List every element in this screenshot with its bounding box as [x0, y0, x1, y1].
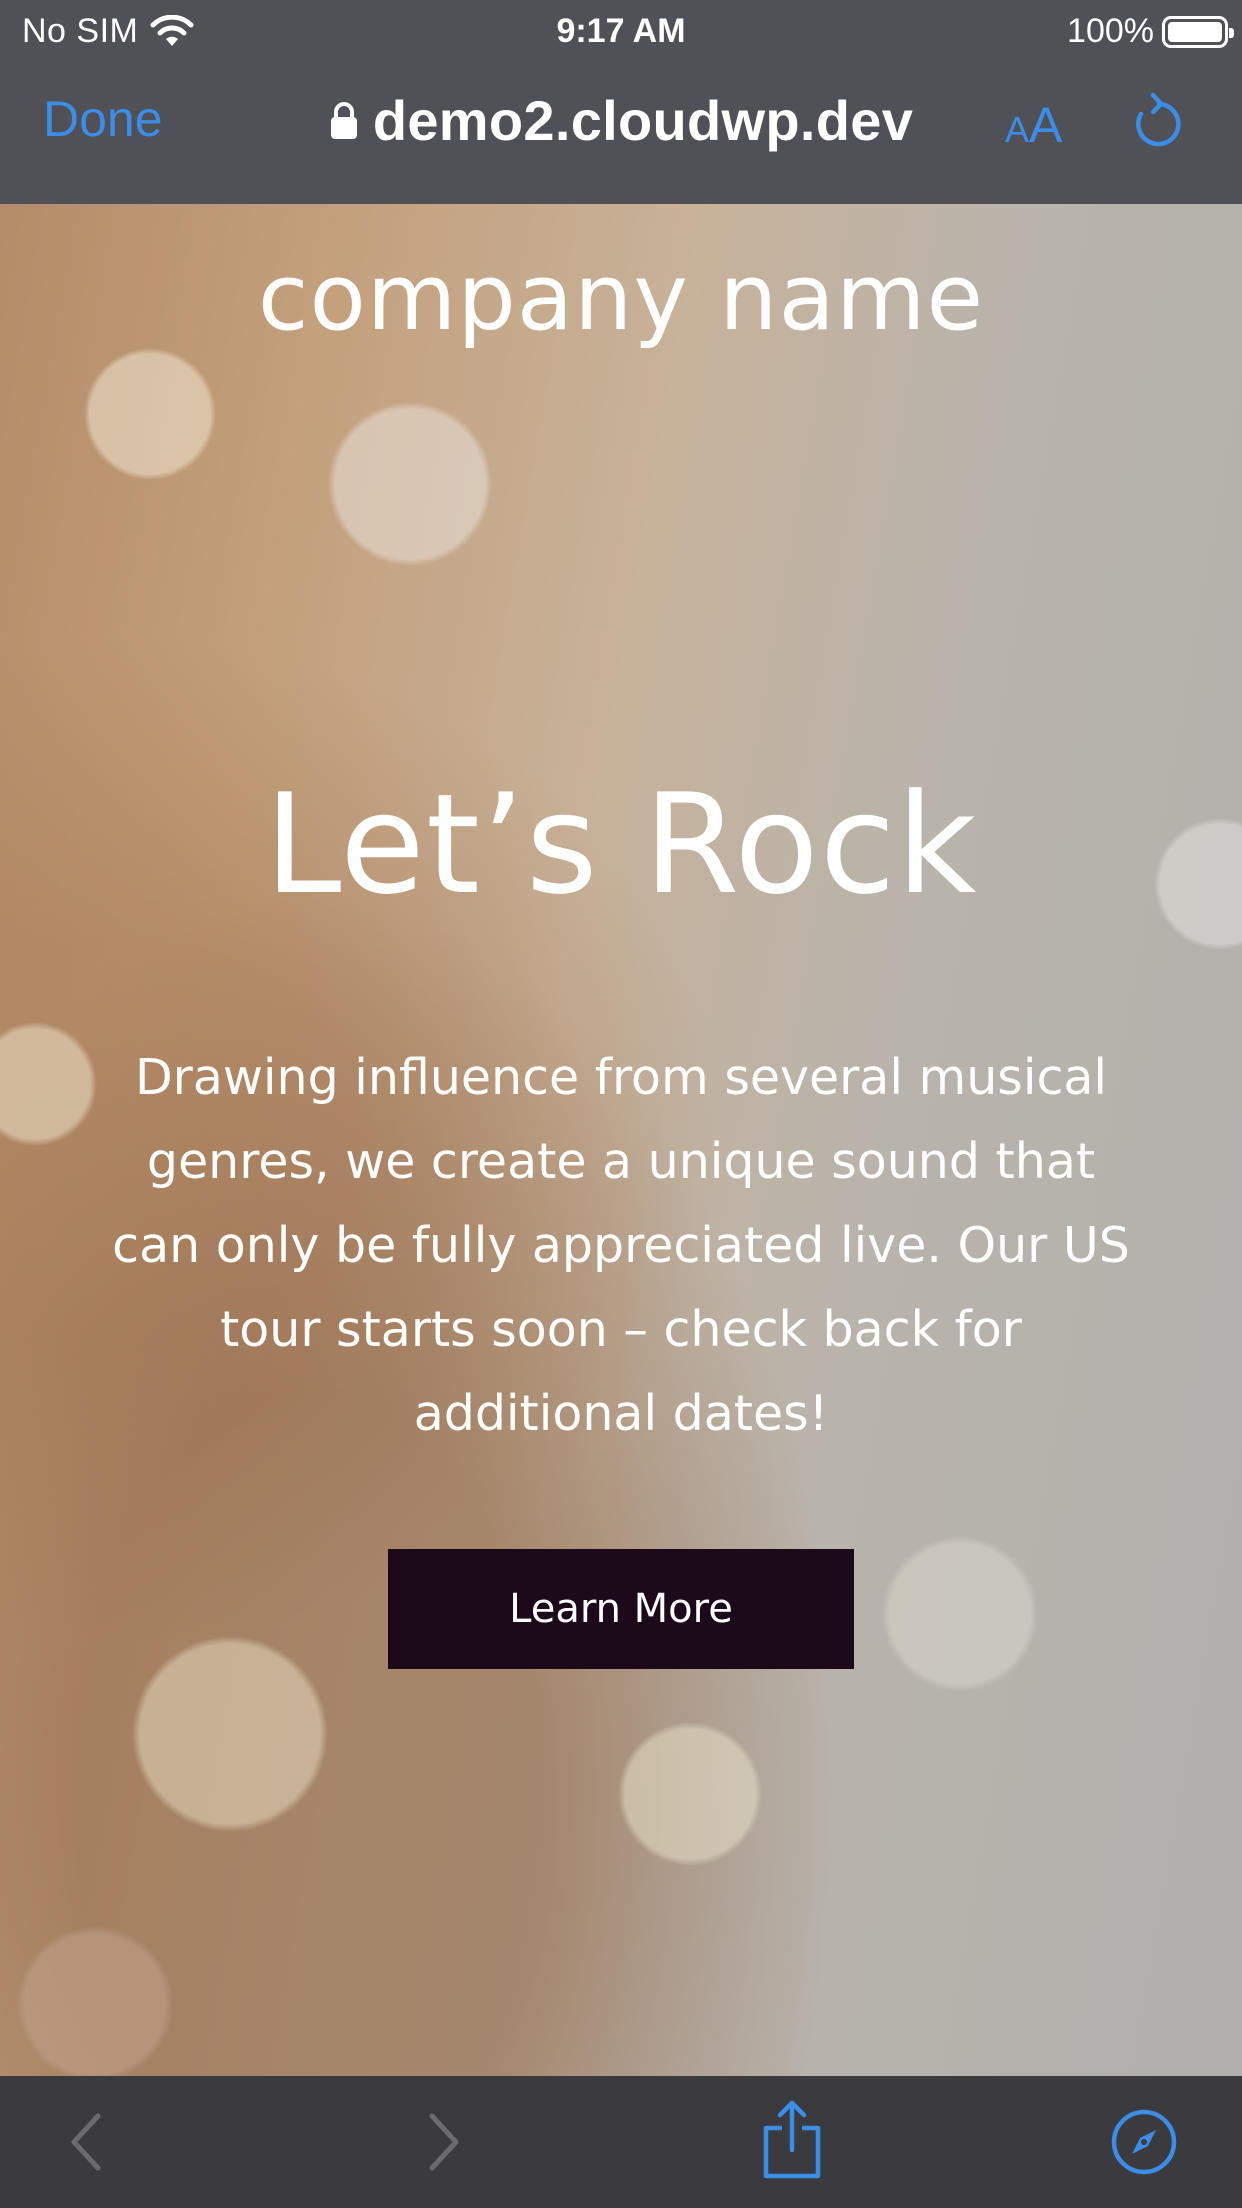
url-text: demo2.cloudwp.dev — [372, 89, 914, 152]
text-size-small-label: A — [1005, 109, 1030, 150]
lock-icon — [330, 101, 357, 139]
compass-icon[interactable] — [1110, 2108, 1178, 2176]
share-icon[interactable] — [760, 2100, 824, 2180]
battery-fill — [1168, 21, 1222, 42]
text-size-large-label: A — [1029, 97, 1063, 153]
status-bar: No SIM 9:17 AM 100% — [0, 0, 1242, 62]
back-icon[interactable] — [66, 2110, 106, 2174]
company-name[interactable]: company name — [0, 244, 1242, 351]
battery-percent: 100% — [1067, 12, 1154, 50]
status-time: 9:17 AM — [556, 12, 686, 50]
browser-top-bar: Done demo2.cloudwp.dev AA — [0, 62, 1242, 204]
battery-icon — [1162, 15, 1234, 48]
hero-title: Let’s Rock — [264, 764, 978, 925]
reload-icon[interactable] — [1130, 92, 1184, 152]
safari-view-controller: No SIM 9:17 AM 100% Done demo2.cloudwp.d… — [0, 0, 1242, 2208]
hero-body-text: Drawing influence from several musical g… — [112, 1049, 1130, 1442]
text-size-button[interactable]: AA — [1005, 96, 1062, 154]
bottom-toolbar — [0, 2076, 1242, 2208]
learn-more-button[interactable]: Learn More — [388, 1549, 854, 1669]
forward-icon[interactable] — [424, 2110, 464, 2174]
battery-cap — [1229, 27, 1234, 38]
web-page-hero: company name Let’s Rock Drawing influenc… — [0, 204, 1242, 2076]
battery-group: 100% — [1067, 12, 1234, 51]
